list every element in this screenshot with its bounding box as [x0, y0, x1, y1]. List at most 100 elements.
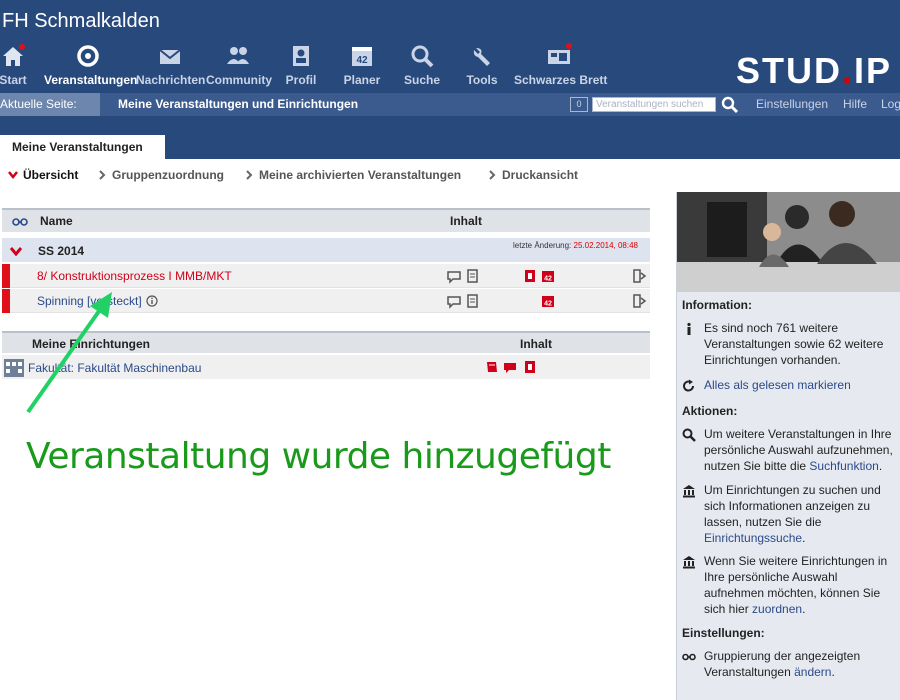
new-schedule-icon[interactable]: 42 [540, 293, 556, 309]
nav-start[interactable]: Start [0, 42, 30, 92]
info-heading: Information: [682, 298, 752, 312]
nav-label: Schwarzes Brett [514, 73, 608, 87]
semester-label: SS 2014 [38, 244, 85, 258]
course-title: Spinning [versteckt] [37, 294, 142, 308]
chevron-down-icon [8, 171, 18, 180]
subnav-archiv[interactable]: Meine archivierten Veranstaltungen [244, 166, 461, 184]
svg-text:42: 42 [544, 276, 552, 283]
table-row: Spinning [versteckt] 42 [2, 289, 650, 313]
institute-icon [683, 485, 695, 498]
search-count-badge: 0 [570, 97, 588, 112]
nav-label: Suche [403, 73, 440, 87]
nav-tools[interactable]: Tools [462, 42, 502, 92]
last-change-label: letzte Änderung: [513, 241, 572, 250]
action-text: Um weitere Veranstaltungen in Ihre persö… [704, 427, 893, 473]
nav-label: Planer [343, 73, 381, 87]
action-text: Um Einrichtungen zu suchen und sich Info… [704, 483, 881, 545]
nav-nachrichten[interactable]: Nachrichten [136, 42, 206, 92]
chevron-down-icon [10, 247, 22, 256]
institute-search-link[interactable]: Einrichtungssuche [704, 531, 802, 545]
nav-veranstaltungen[interactable]: Veranstaltungen [44, 42, 138, 92]
annotation-text: Veranstaltung wurde hinzugefügt [26, 436, 611, 477]
search-function-link[interactable]: Suchfunktion [809, 459, 878, 473]
tab-meine-veranstaltungen[interactable]: Meine Veranstaltungen [0, 135, 165, 159]
action-text: Wenn Sie weitere Einrichtungen in Ihre p… [704, 554, 888, 616]
info-icon [687, 322, 691, 335]
new-document-icon[interactable] [522, 359, 538, 375]
nav-suche[interactable]: Suche [402, 42, 442, 92]
files-icon[interactable] [464, 293, 480, 309]
breadcrumb-label: Aktuelle Seite: [0, 93, 100, 116]
logout-link[interactable]: Logout [881, 93, 900, 116]
settings-grouping: Gruppierung der angezeigten Veranstaltun… [682, 648, 900, 680]
nav-schwarzes-brett[interactable]: Schwarzes Brett [514, 42, 608, 92]
chevron-right-icon [99, 170, 106, 180]
nav-label: Tools [466, 73, 498, 87]
tools-icon [473, 48, 490, 66]
svg-text:42: 42 [356, 55, 368, 66]
course-link[interactable]: Spinning [versteckt] [37, 294, 158, 308]
nav-label: Profil [285, 73, 317, 87]
board-icon [548, 43, 572, 64]
university-title: FH Schmalkalden [2, 10, 160, 32]
new-schedule-icon[interactable]: 42 [540, 268, 556, 284]
action-search-courses: Um weitere Veranstaltungen in Ihre persö… [682, 426, 900, 474]
mark-all-read-link[interactable]: Alles als gelesen markieren [704, 377, 900, 393]
subnav-label: Gruppenzuordnung [112, 168, 224, 182]
leave-course-icon[interactable] [632, 293, 648, 309]
column-name: Meine Einrichtungen [32, 337, 151, 351]
search-icon [682, 428, 696, 442]
courses-table-header: Name Inhalt [2, 208, 650, 232]
change-grouping-link[interactable]: ändern [794, 665, 831, 679]
new-forum-icon[interactable] [502, 359, 518, 375]
semester-group-row[interactable]: SS 2014 letzte Änderung: 25.02.2014, 08:… [2, 238, 650, 262]
grouping-icon [682, 653, 696, 661]
courses-icon [77, 45, 99, 67]
assign-link[interactable]: zuordnen [752, 602, 802, 616]
nav-planer[interactable]: 42 Planer [340, 42, 384, 92]
nav-profil[interactable]: Profil [282, 42, 320, 92]
logo-text: STUD [736, 50, 842, 91]
nav-label: Start [0, 73, 27, 87]
column-content: Inhalt [520, 337, 552, 351]
logo-dot: . [842, 50, 855, 91]
forum-icon[interactable] [446, 293, 462, 309]
leave-course-icon[interactable] [632, 268, 648, 284]
subnav-label: Meine archivierten Veranstaltungen [259, 168, 462, 182]
sub-navigation: Übersicht Gruppenzuordnung Meine archivi… [0, 166, 660, 184]
action-text: Gruppierung der angezeigten Veranstaltun… [704, 649, 861, 679]
calendar-icon: 42 [352, 47, 372, 66]
nav-community[interactable]: Community [206, 42, 272, 92]
institute-link[interactable]: Fakultät: Fakultät Maschinenbau [28, 361, 201, 375]
new-document-icon[interactable] [522, 268, 538, 284]
mark-read-item[interactable]: Alles als gelesen markieren [682, 377, 900, 393]
help-link[interactable]: Hilfe [843, 93, 867, 116]
course-link[interactable]: 8/ Konstruktionsprozess I MMB/MKT [37, 269, 232, 283]
nav-label: Veranstaltungen [44, 73, 138, 87]
last-change-date: 25.02.2014, 08:48 [573, 241, 639, 250]
new-news-icon[interactable] [484, 359, 500, 375]
subnav-uebersicht[interactable]: Übersicht [8, 166, 78, 184]
nav-label: Nachrichten [136, 73, 206, 87]
course-search-input[interactable] [592, 97, 716, 112]
subnav-gruppenzuordnung[interactable]: Gruppenzuordnung [97, 166, 224, 184]
institutes-table-header: Meine Einrichtungen Inhalt [2, 331, 650, 353]
subnav-druckansicht[interactable]: Druckansicht [487, 166, 578, 184]
breadcrumb-bar: Aktuelle Seite: Meine Veranstaltungen un… [0, 93, 900, 116]
table-row: Fakultät: Fakultät Maschinenbau [2, 355, 650, 379]
profile-icon [293, 46, 309, 66]
column-content: Inhalt [450, 214, 482, 228]
svg-text:42: 42 [544, 301, 552, 308]
studip-logo[interactable]: STUD.IP [736, 50, 892, 92]
info-icon[interactable] [146, 295, 158, 307]
settings-link[interactable]: Einstellungen [756, 93, 828, 116]
refresh-icon [683, 379, 695, 392]
forum-icon[interactable] [446, 268, 462, 284]
grouping-icon[interactable] [12, 218, 28, 226]
search-icon [411, 45, 434, 68]
breadcrumb-arrow [88, 93, 100, 115]
search-icon[interactable] [721, 96, 739, 114]
files-icon[interactable] [464, 268, 480, 284]
community-icon [227, 47, 249, 64]
mail-icon [159, 49, 181, 64]
